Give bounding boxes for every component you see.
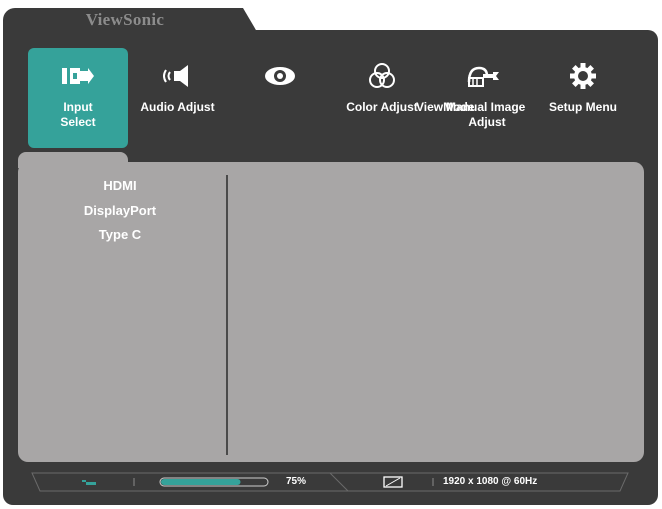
menu-input-select-label: Input Select: [60, 100, 96, 129]
resolution-label: 1920 x 1080 @ 60Hz: [443, 476, 538, 487]
menu-audio-adjust-label: Audio Adjust: [140, 100, 215, 114]
aspect-ratio-icon: [383, 476, 403, 488]
submenu-displayport[interactable]: DisplayPort: [40, 203, 200, 218]
panel-divider: [226, 175, 228, 455]
progress-label: 75%: [286, 476, 307, 487]
status-bar: 75% 1920 x 1080 @ 60Hz: [30, 471, 630, 493]
connection-icon: [82, 480, 96, 485]
manual-image-label: Manual Image: [446, 100, 526, 114]
menu-input-select[interactable]: Input Select: [28, 48, 128, 148]
eye-icon: [265, 67, 295, 85]
manual-image-label-line2: Adjust: [468, 115, 506, 129]
brand-logo: ViewSonic: [85, 10, 165, 29]
menu-setup[interactable]: Setup Menu: [540, 48, 626, 148]
menu-manual-image-adjust-label: ViewMode Manual Image Adjust: [416, 100, 538, 130]
color-circles-icon: [369, 63, 395, 88]
osd-window: ViewSonic Input Select Audio Adjust Colo…: [0, 0, 662, 509]
submenu-hdmi[interactable]: HDMI: [40, 178, 200, 193]
status-bar-frame: [31, 472, 629, 492]
progress-fill: [161, 479, 241, 485]
menu-manual-image-adjust[interactable]: ViewMode Manual Image Adjust: [416, 48, 538, 148]
gear-icon: [570, 63, 596, 89]
input-select-icon: [62, 68, 94, 84]
menu-color-adjust[interactable]: Color Adjust: [336, 48, 428, 148]
speaker-icon: [162, 65, 188, 87]
image-wrench-icon: [467, 66, 499, 87]
menu-viewmode[interactable]: [245, 48, 315, 148]
menu-audio-adjust[interactable]: Audio Adjust: [130, 48, 225, 148]
menu-color-adjust-label: Color Adjust: [346, 100, 418, 114]
submenu-type-c[interactable]: Type C: [40, 227, 200, 242]
menu-setup-label: Setup Menu: [549, 100, 617, 114]
